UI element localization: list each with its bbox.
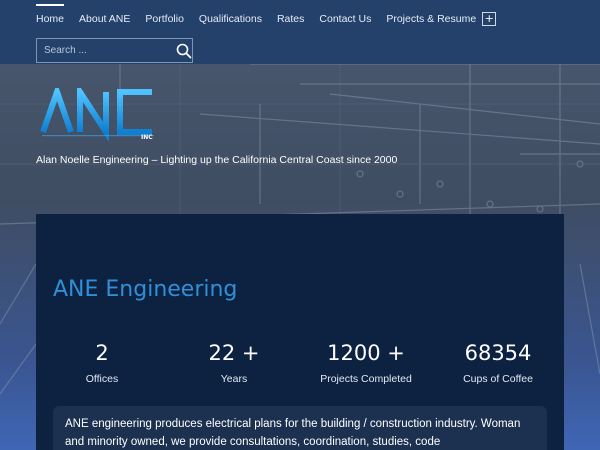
top-navigation-bar: Home About ANE Portfolio Qualifications …: [0, 0, 600, 64]
page-title: ANE Engineering: [53, 277, 238, 302]
submenu-expand-button[interactable]: +: [482, 12, 497, 26]
nav-item-rates[interactable]: Rates: [277, 0, 304, 38]
stat-label: Cups of Coffee: [463, 373, 533, 385]
stat-years: 22 + Years: [168, 339, 300, 385]
stat-label: Projects Completed: [320, 373, 412, 385]
stat-value: 68354: [464, 341, 532, 365]
site-tagline: Alan Noelle Engineering – Lighting up th…: [36, 154, 398, 166]
nav-item-projects-resume[interactable]: Projects & Resume: [386, 0, 476, 38]
stat-coffee: 68354 Cups of Coffee: [432, 339, 564, 385]
site-logo[interactable]: INC: [40, 81, 162, 150]
nav-item-about[interactable]: About ANE: [79, 0, 130, 38]
stat-value: 2: [95, 341, 109, 365]
search-button[interactable]: [176, 39, 192, 62]
company-description: ANE engineering produces electrical plan…: [53, 406, 547, 450]
stat-label: Offices: [85, 373, 119, 385]
stat-projects: 1200 + Projects Completed: [300, 339, 432, 385]
nav-item-portfolio[interactable]: Portfolio: [145, 0, 184, 38]
stat-value: 22 +: [208, 341, 260, 365]
search-icon: [176, 43, 192, 58]
search-form: [36, 38, 193, 63]
intro-card: ANE Engineering 2 Offices 22 + Years 120…: [36, 214, 564, 450]
stat-label: Years: [220, 373, 248, 385]
nav-item-home[interactable]: Home: [36, 0, 65, 38]
stats-row: 2 Offices 22 + Years 1200 + Projects Com…: [36, 339, 564, 385]
nav-item-qualifications[interactable]: Qualifications: [199, 0, 262, 38]
search-input[interactable]: [37, 39, 176, 62]
stat-offices: 2 Offices: [36, 339, 168, 385]
logo-sub-label: INC: [141, 134, 153, 141]
nav-item-contact[interactable]: Contact Us: [319, 0, 371, 38]
stat-value: 1200 +: [327, 341, 405, 365]
main-menu: Home About ANE Portfolio Qualifications …: [36, 0, 497, 38]
